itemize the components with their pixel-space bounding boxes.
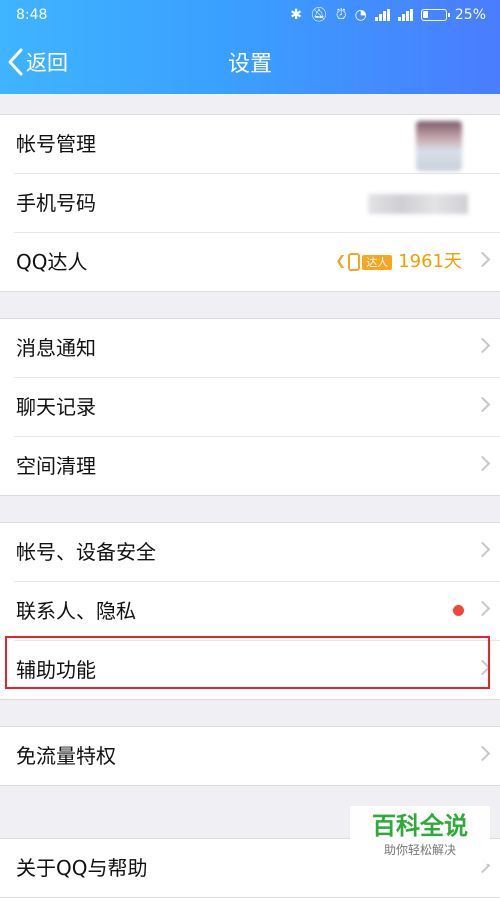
battery-icon [420, 9, 450, 21]
row-account-security[interactable]: 帐号、设备安全 [14, 523, 500, 582]
daren-tag: 达人 [362, 254, 393, 270]
chevron-right-icon [474, 396, 491, 413]
status-bar: 8:48 ✱ 🔕︎ ⏰︎ ◔ 25% [0, 0, 500, 32]
row-contacts-privacy[interactable]: 联系人、隐私 [14, 582, 500, 641]
account-group: 帐号管理 手机号码 QQ达人 ❮ 达人 1961天 [0, 114, 500, 292]
signal-icon [397, 9, 413, 21]
status-time: 8:48 [16, 7, 48, 23]
row-label: 辅助功能 [16, 658, 96, 682]
settings-list: 帐号管理 手机号码 QQ达人 ❮ 达人 1961天 消息通知 聊天记录 空间清理… [0, 94, 500, 898]
header: 8:48 ✱ 🔕︎ ⏰︎ ◔ 25% 返回 设置 [0, 0, 500, 94]
row-label: 聊天记录 [16, 395, 96, 419]
watermark: 百科全说 助你轻松解决 [350, 806, 490, 864]
row-label: 免流量特权 [16, 744, 116, 768]
watermark-subtitle: 助你轻松解决 [383, 843, 456, 857]
row-storage-cleanup[interactable]: 空间清理 [14, 437, 500, 495]
page-title: 设置 [227, 52, 272, 77]
chevron-right-icon [474, 455, 491, 472]
security-group: 帐号、设备安全 联系人、隐私 辅助功能 [0, 522, 500, 700]
new-indicator-dot [453, 605, 464, 616]
signal-icon [374, 9, 390, 21]
mute-icon: 🔕︎ [309, 7, 328, 23]
chevron-right-icon [474, 600, 491, 617]
wing-icon: ❮ [335, 254, 347, 269]
row-chat-history[interactable]: 聊天记录 [14, 378, 500, 437]
battery-percent: 25% [454, 7, 486, 23]
row-label: 空间清理 [16, 454, 96, 478]
row-label: 联系人、隐私 [16, 599, 136, 623]
chevron-right-icon [474, 745, 491, 762]
row-label: QQ达人 [16, 250, 88, 274]
bluetooth-icon: ✱ [290, 7, 302, 23]
wifi-icon: ◔ [354, 7, 367, 23]
battery-fill [422, 11, 428, 18]
row-label: 帐号、设备安全 [16, 540, 156, 564]
row-label: 消息通知 [16, 336, 96, 360]
row-label: 关于QQ与帮助 [16, 856, 148, 880]
phone-number-value [368, 194, 468, 214]
messages-group: 消息通知 聊天记录 空间清理 [0, 318, 500, 496]
chevron-right-icon [474, 659, 491, 676]
daren-badge: ❮ 达人 [335, 233, 393, 291]
row-label: 手机号码 [16, 191, 96, 215]
phone-icon [348, 253, 361, 271]
row-accessibility[interactable]: 辅助功能 [14, 641, 500, 699]
row-free-data[interactable]: 免流量特权 [14, 727, 500, 785]
row-label: 帐号管理 [16, 132, 96, 156]
chevron-right-icon [474, 251, 491, 268]
watermark-title: 百科全说 [372, 812, 468, 840]
row-qq-daren[interactable]: QQ达人 ❮ 达人 1961天 [14, 233, 500, 291]
nav-bar: 返回 设置 [0, 32, 500, 94]
row-notifications[interactable]: 消息通知 [14, 319, 500, 378]
row-phone-number[interactable]: 手机号码 [14, 174, 500, 233]
status-icons: ✱ 🔕︎ ⏰︎ ◔ 25% [290, 7, 486, 23]
avatar [416, 121, 462, 171]
chevron-right-icon [474, 541, 491, 558]
privilege-group: 免流量特权 [0, 726, 500, 786]
row-account-management[interactable]: 帐号管理 [14, 115, 500, 174]
chevron-right-icon [474, 337, 491, 354]
daren-days: 1961天 [398, 251, 462, 272]
daren-value: ❮ 达人 1961天 [335, 233, 462, 291]
alarm-icon: ⏰︎ [335, 7, 347, 23]
